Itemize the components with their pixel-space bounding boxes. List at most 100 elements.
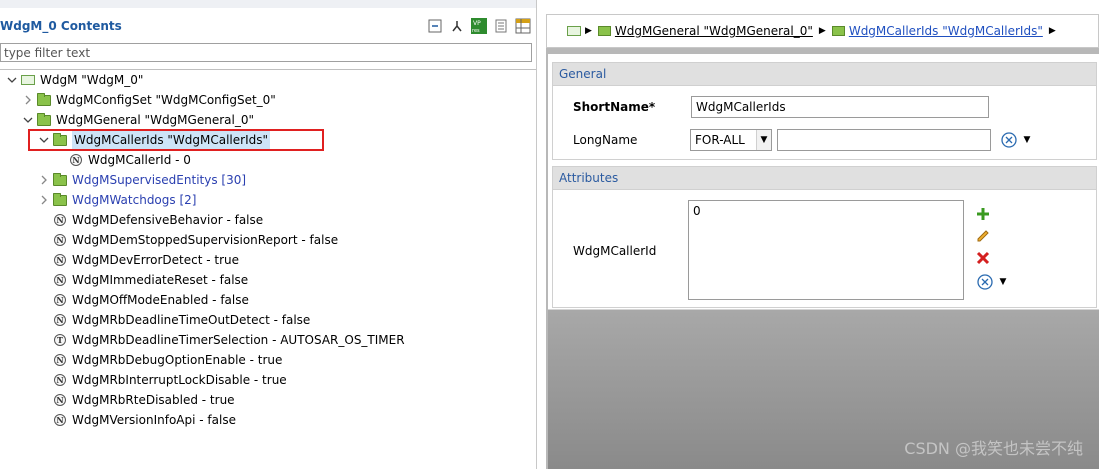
tree-item-label: WdgMCallerIds "WdgMCallerIds" xyxy=(72,130,271,150)
tree-item-label: WdgMSupervisedEntitys [30] xyxy=(72,173,247,187)
module-icon[interactable] xyxy=(567,26,581,36)
callerid-list[interactable]: 0 xyxy=(688,200,964,300)
tree-item[interactable]: WdgM "WdgM_0" xyxy=(6,70,143,90)
tree-item-label: WdgMVersionInfoApi - false xyxy=(72,413,236,427)
numeric-param-icon: N xyxy=(52,372,68,388)
text-param-icon: T xyxy=(52,332,68,348)
longname-field[interactable] xyxy=(777,129,991,151)
tree-item[interactable]: N WdgMOffModeEnabled - false xyxy=(38,290,249,310)
language-select[interactable]: FOR-ALL ▼ xyxy=(690,129,772,151)
tree-item-label: WdgMRbDeadlineTimerSelection - AUTOSAR_O… xyxy=(72,333,405,347)
tree-item-label: WdgMRbDeadlineTimeOutDetect - false xyxy=(72,313,311,327)
link-icon[interactable] xyxy=(448,17,466,35)
folder-icon xyxy=(36,92,52,108)
shortname-label: ShortName* xyxy=(573,100,656,114)
tree-item-label: WdgMRbRteDisabled - true xyxy=(72,393,235,407)
tree-item[interactable]: WdgMConfigSet "WdgMConfigSet_0" xyxy=(22,90,276,110)
tree-item-label: WdgMCallerId - 0 xyxy=(88,153,191,167)
tree-item[interactable]: N WdgMRbInterruptLockDisable - true xyxy=(38,370,287,390)
chevron-right-icon: ▶ xyxy=(585,26,592,36)
chevron-right-icon: ▶ xyxy=(818,26,826,36)
folder-icon xyxy=(52,132,68,148)
tools-menu-icon[interactable] xyxy=(1001,132,1017,148)
dropdown-arrow-icon[interactable]: ▼ xyxy=(995,274,1011,290)
general-section: General ShortName* WdgMCallerIds LongNam… xyxy=(552,62,1097,160)
chevron-right-icon[interactable] xyxy=(22,90,34,110)
callerid-list-item[interactable]: 0 xyxy=(693,204,959,218)
chevron-down-icon[interactable] xyxy=(6,70,18,90)
tree-item-label: WdgMConfigSet "WdgMConfigSet_0" xyxy=(56,93,276,107)
view-title: WdgM_0 Contents xyxy=(0,19,122,33)
filter-input[interactable] xyxy=(0,43,532,62)
numeric-param-icon: N xyxy=(52,272,68,288)
tree-item[interactable]: N WdgMRbRteDisabled - true xyxy=(38,390,235,410)
delete-icon[interactable] xyxy=(975,250,991,266)
outline-view: WdgM_0 Contents VPres WdgM "WdgM_0" WdgMC… xyxy=(0,0,537,470)
tree-item-label: WdgMWatchdogs [2] xyxy=(72,193,197,207)
attributes-section: Attributes WdgMCallerId 0 ▼ xyxy=(552,166,1097,308)
edit-pencil-icon[interactable] xyxy=(975,228,991,244)
document-icon[interactable] xyxy=(492,17,510,35)
tree-item[interactable]: N WdgMCallerId - 0 xyxy=(54,150,191,170)
chevron-right-icon[interactable] xyxy=(38,170,50,190)
chevron-down-icon[interactable] xyxy=(22,110,34,130)
tree-item[interactable]: N WdgMRbDebugOptionEnable - true xyxy=(38,350,282,370)
attributes-section-header[interactable]: Attributes xyxy=(553,167,1096,190)
chevron-right-icon[interactable] xyxy=(38,190,50,210)
chevron-right-icon[interactable]: ▶ xyxy=(1049,26,1056,36)
tree-item-label: WdgMRbDebugOptionEnable - true xyxy=(72,353,283,367)
editor-pane: ▶ WdgMGeneral "WdgMGeneral_0" ▶ WdgMCall… xyxy=(546,14,1099,469)
watermark: CSDN @我笑也未尝不纯 xyxy=(904,439,1083,458)
tree-item[interactable]: N WdgMDevErrorDetect - true xyxy=(38,250,239,270)
breadcrumb-item-callerids[interactable]: WdgMCallerIds "WdgMCallerIds" xyxy=(849,24,1043,38)
folder-icon xyxy=(52,172,68,188)
tree-item[interactable]: N WdgMImmediateReset - false xyxy=(38,270,248,290)
callerid-label: WdgMCallerId xyxy=(573,244,657,258)
tree-item[interactable]: WdgMCallerIds "WdgMCallerIds" xyxy=(38,130,271,150)
numeric-param-icon: N xyxy=(52,232,68,248)
tree-item[interactable]: N WdgMDefensiveBehavior - false xyxy=(38,210,263,230)
numeric-param-icon: N xyxy=(52,412,68,428)
chevron-down-icon[interactable] xyxy=(38,130,50,150)
tools-menu-icon[interactable] xyxy=(977,274,993,290)
tree-item[interactable]: WdgMGeneral "WdgMGeneral_0" xyxy=(22,110,254,130)
tree-item[interactable]: N WdgMDemStoppedSupervisionReport - false xyxy=(38,230,338,250)
tree-item-label: WdgMImmediateReset - false xyxy=(72,273,249,287)
general-section-header[interactable]: General xyxy=(553,63,1096,86)
svg-text:res: res xyxy=(472,28,480,34)
tree-item[interactable]: WdgMWatchdogs [2] xyxy=(38,190,196,210)
numeric-param-icon: N xyxy=(52,312,68,328)
tree-item[interactable]: N WdgMVersionInfoApi - false xyxy=(38,410,236,430)
tree: WdgM "WdgM_0" WdgMConfigSet "WdgMConfigSe… xyxy=(0,69,536,470)
add-icon[interactable] xyxy=(975,206,991,222)
dropdown-arrow-icon[interactable]: ▼ xyxy=(1019,132,1035,148)
tree-item[interactable]: WdgMSupervisedEntitys [30] xyxy=(38,170,246,190)
table-icon[interactable] xyxy=(514,17,532,35)
chevron-down-icon: ▼ xyxy=(756,130,771,150)
folder-icon xyxy=(831,26,845,36)
breadcrumb-item-general[interactable]: WdgMGeneral "WdgMGeneral_0" xyxy=(615,24,813,38)
collapse-all-icon[interactable] xyxy=(426,17,444,35)
tree-item-label: WdgMDefensiveBehavior - false xyxy=(72,213,264,227)
tree-item-label: WdgMOffModeEnabled - false xyxy=(72,293,249,307)
numeric-param-icon: N xyxy=(52,252,68,268)
view-toolbar: VP res xyxy=(426,17,532,35)
shortname-field[interactable]: WdgMCallerIds xyxy=(691,96,989,118)
folder-icon xyxy=(52,192,68,208)
folder-icon xyxy=(597,26,611,36)
vp-res-icon[interactable]: VP res xyxy=(470,17,488,35)
tree-item[interactable]: N WdgMRbDeadlineTimeOutDetect - false xyxy=(38,310,310,330)
tree-item[interactable]: T WdgMRbDeadlineTimerSelection - AUTOSAR_… xyxy=(38,330,405,350)
language-select-value: FOR-ALL xyxy=(695,133,745,147)
folder-icon xyxy=(36,112,52,128)
